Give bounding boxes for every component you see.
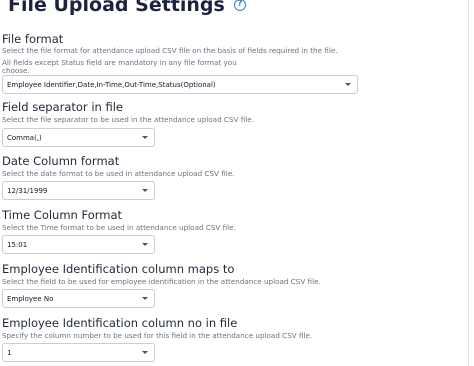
chevron-down-icon (142, 189, 148, 192)
file-format-help-1: Select the file format for attendance up… (2, 46, 338, 55)
field-separator-section: Field separator in file Select the file … (2, 100, 472, 125)
date-format-value: 12/31/1999 (7, 186, 48, 195)
chevron-down-icon (345, 83, 351, 86)
employee-id-column-help: Specify the column number to be used for… (2, 331, 313, 340)
employee-id-column-value: 1 (7, 348, 12, 357)
time-format-value: 15:01 (7, 240, 28, 249)
employee-id-column-label: Employee Identification column no in fil… (2, 316, 238, 330)
field-separator-select[interactable]: Comma(,) (2, 128, 155, 147)
question-circle-icon[interactable]: ? (233, 0, 246, 11)
employee-id-column-select[interactable]: 1 (2, 343, 155, 362)
date-format-help: Select the date format to be used in att… (2, 169, 235, 178)
employee-id-maps-help: Select the field to be used for employee… (2, 277, 321, 286)
chevron-down-icon (142, 136, 148, 139)
date-format-select[interactable]: 12/31/1999 (2, 181, 155, 200)
date-format-section: Date Column format Select the date forma… (2, 154, 472, 179)
file-format-section: File format Select the file format for a… (2, 32, 472, 76)
time-format-help: Select the Time format to be used in att… (2, 223, 236, 232)
field-separator-help: Select the file separator to be used in … (2, 115, 254, 124)
file-format-select[interactable]: Employee Identifier,Date,In-Time,Out-Tim… (2, 75, 358, 94)
date-format-label: Date Column format (2, 154, 120, 168)
employee-id-column-section: Employee Identification column no in fil… (2, 316, 472, 341)
page-title: File Upload Settings ? (8, 0, 246, 16)
employee-id-maps-select[interactable]: Employee No (2, 289, 155, 308)
time-format-section: Time Column Format Select the Time forma… (2, 208, 472, 233)
time-format-select[interactable]: 15:01 (2, 235, 155, 254)
chevron-down-icon (142, 243, 148, 246)
file-format-label: File format (2, 32, 64, 46)
employee-id-maps-section: Employee Identification column maps to S… (2, 262, 472, 287)
field-separator-value: Comma(,) (7, 133, 42, 142)
field-separator-label: Field separator in file (2, 100, 123, 114)
employee-id-maps-label: Employee Identification column maps to (2, 262, 235, 276)
chevron-down-icon (142, 351, 148, 354)
page-title-text: File Upload Settings (8, 0, 225, 16)
file-format-value: Employee Identifier,Date,In-Time,Out-Tim… (7, 80, 216, 89)
employee-id-maps-value: Employee No (7, 294, 54, 303)
chevron-down-icon (142, 297, 148, 300)
time-format-label: Time Column Format (2, 208, 123, 222)
